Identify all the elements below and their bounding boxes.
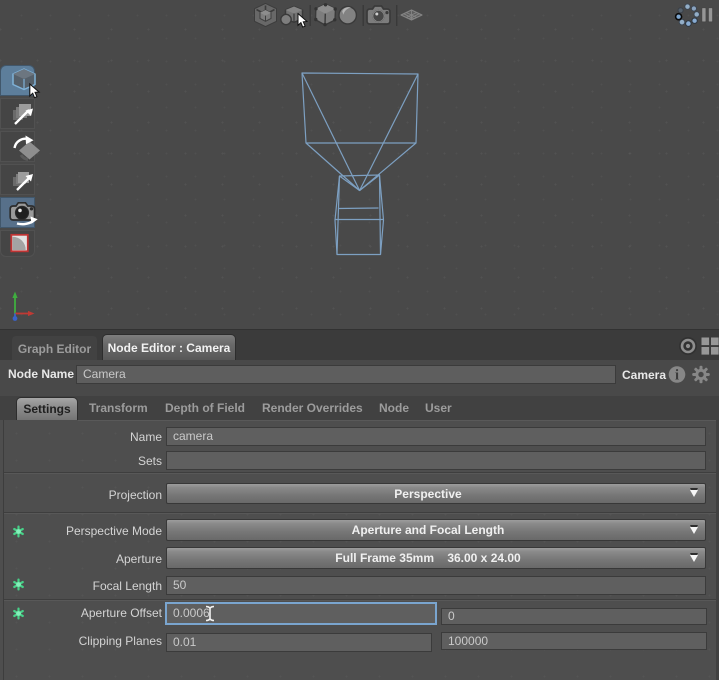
svg-text:i: i — [675, 368, 679, 384]
